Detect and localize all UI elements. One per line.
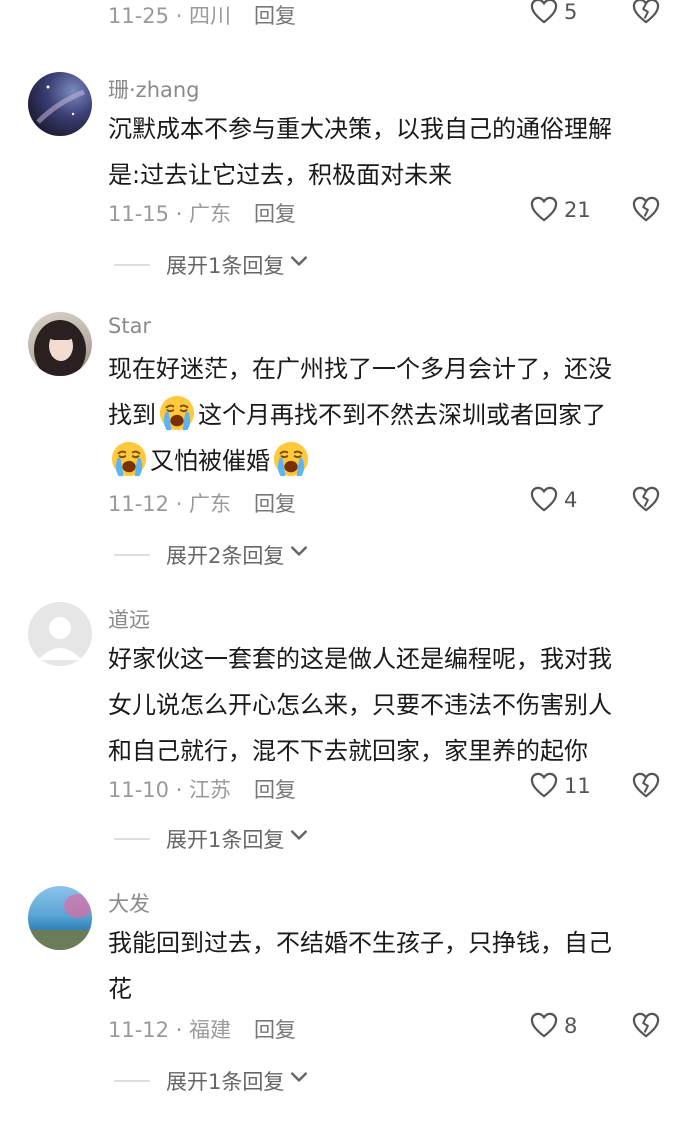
reply-button[interactable]: 回复: [254, 0, 296, 30]
dislike-button[interactable]: [632, 1012, 660, 1043]
broken-heart-icon: [632, 772, 660, 798]
comment-meta-row: 11-10 · 江苏 回复 11: [108, 770, 660, 804]
comment-meta-row: 11-12 · 福建 回复 8: [108, 1010, 660, 1044]
broken-heart-icon: [632, 1012, 660, 1038]
avatar[interactable]: [28, 886, 92, 950]
divider-line: [114, 264, 150, 266]
comment-line: 找到 这个月再找不到不然去深圳或者回家了: [108, 392, 668, 438]
chevron-down-icon: [290, 544, 308, 558]
galaxy-avatar-icon: [36, 85, 85, 124]
heart-icon: [530, 0, 558, 24]
username[interactable]: 珊·zhang: [108, 74, 200, 104]
chevron-down-icon: [290, 1070, 308, 1084]
dislike-button[interactable]: [632, 0, 660, 29]
comment-fragment: 又怕被催婚: [150, 447, 270, 475]
like-button[interactable]: 8: [530, 1010, 594, 1044]
comment-meta-row: 11-25 · 四川 回复 5: [108, 0, 660, 30]
partial-comment-meta: 11-25 · 四川 回复 5: [0, 0, 690, 44]
comment-date-location: 11-12 · 福建: [108, 1018, 232, 1042]
avatar[interactable]: [28, 602, 92, 666]
girl-avatar-icon: [34, 320, 86, 376]
dislike-button[interactable]: [632, 196, 660, 227]
chevron-down-icon: [290, 828, 308, 842]
comment-line: 和自己就行，混不下去就回家，家里养的起你: [108, 737, 588, 765]
avatar[interactable]: [28, 72, 92, 136]
comment-line: 女儿说怎么开心怎么来，只要不违法不伤害别人: [108, 691, 612, 719]
comment-line: 我能回到过去，不结婚不生孩子，只挣钱，自己: [108, 929, 612, 957]
reply-button[interactable]: 回复: [254, 198, 296, 228]
expand-replies-label: 展开1条回复: [166, 254, 285, 278]
divider-line: [114, 554, 150, 556]
comment-line: 沉默成本不参与重大决策，以我自己的通俗理解: [108, 115, 612, 143]
comment-line: 是:过去让它过去，积极面对未来: [108, 161, 453, 189]
like-button[interactable]: 11: [530, 770, 594, 804]
comment-meta-row: 11-12 · 广东 回复 4: [108, 484, 660, 518]
expand-replies-label: 展开1条回复: [166, 1070, 285, 1094]
broken-heart-icon: [632, 0, 660, 24]
heart-icon: [530, 486, 558, 512]
expand-replies-label: 展开2条回复: [166, 544, 285, 568]
comment-date-location: 11-12 · 广东: [108, 492, 232, 516]
dislike-button[interactable]: [632, 486, 660, 517]
comment-line: 又怕被催婚: [108, 438, 668, 484]
divider-line: [114, 838, 150, 840]
loudly-crying-face-icon: [110, 440, 148, 478]
comment-text: 我能回到过去，不结婚不生孩子，只挣钱，自己 花: [108, 920, 668, 1012]
dislike-button[interactable]: [632, 772, 660, 803]
avatar[interactable]: [28, 312, 92, 376]
like-count: 5: [564, 0, 578, 24]
comment-date-location: 11-15 · 广东: [108, 202, 232, 226]
like-count: 8: [564, 1014, 578, 1038]
chevron-down-icon: [290, 254, 308, 268]
like-count: 4: [564, 488, 578, 512]
default-avatar-icon: [38, 617, 82, 660]
username[interactable]: 大发: [108, 888, 150, 918]
comment-meta-row: 11-15 · 广东 回复 21: [108, 194, 660, 228]
comment-line: 花: [108, 975, 132, 1003]
comment-fragment: 找到: [108, 401, 156, 429]
like-count: 21: [564, 198, 591, 222]
divider-line: [114, 1080, 150, 1082]
comment-line: 现在好迷茫，在广州找了一个多月会计了，还没: [108, 355, 612, 383]
reply-button[interactable]: 回复: [254, 488, 296, 518]
like-button[interactable]: 4: [530, 484, 594, 518]
reply-button[interactable]: 回复: [254, 774, 296, 804]
broken-heart-icon: [632, 486, 660, 512]
comment-line: 好家伙这一套套的这是做人还是编程呢，我对我: [108, 645, 612, 673]
loudly-crying-face-icon: [272, 440, 310, 478]
heart-icon: [530, 196, 558, 222]
username[interactable]: 道远: [108, 604, 150, 634]
loudly-crying-face-icon: [158, 394, 196, 432]
heart-icon: [530, 1012, 558, 1038]
comment-text: 好家伙这一套套的这是做人还是编程呢，我对我 女儿说怎么开心怎么来，只要不违法不伤…: [108, 636, 668, 774]
comment-text: 现在好迷茫，在广州找了一个多月会计了，还没 找到 这个月再找不到不然去深圳或者回家…: [108, 346, 668, 484]
comment-date-location: 11-10 · 江苏: [108, 778, 232, 802]
comment-text: 沉默成本不参与重大决策，以我自己的通俗理解 是:过去让它过去，积极面对未来: [108, 106, 668, 198]
like-count: 11: [564, 774, 591, 798]
like-button[interactable]: 5: [530, 0, 594, 30]
like-button[interactable]: 21: [530, 194, 594, 228]
broken-heart-icon: [632, 196, 660, 222]
heart-icon: [530, 772, 558, 798]
expand-replies-label: 展开1条回复: [166, 828, 285, 852]
seaside-avatar-icon: [28, 894, 92, 950]
comment-date-location: 11-25 · 四川: [108, 4, 232, 28]
reply-button[interactable]: 回复: [254, 1014, 296, 1044]
username[interactable]: Star: [108, 314, 151, 338]
comment-fragment: 这个月再找不到不然去深圳或者回家了: [198, 401, 606, 429]
